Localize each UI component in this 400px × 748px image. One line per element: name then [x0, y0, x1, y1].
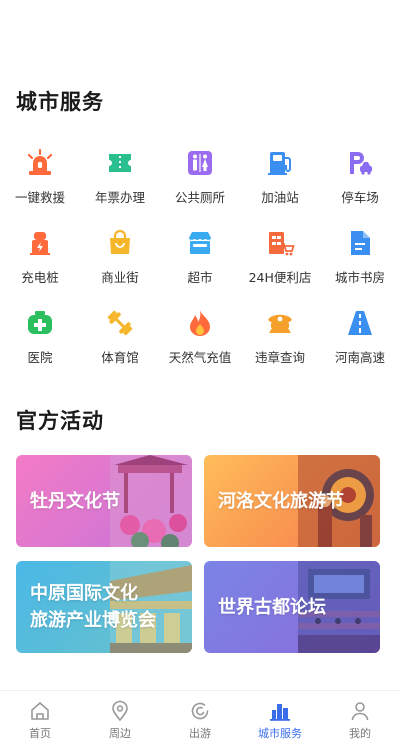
- service-commercial-street[interactable]: 商业街: [80, 222, 160, 302]
- tab-label: 周边: [109, 727, 131, 740]
- ticket-icon: [105, 148, 135, 178]
- dumbbell-icon: [105, 308, 135, 338]
- service-natural-gas-recharge[interactable]: 天然气充值: [160, 302, 240, 382]
- hospital-cross-icon: [25, 308, 55, 338]
- service-supermarket[interactable]: 超市: [160, 222, 240, 302]
- siren-icon: [25, 148, 55, 178]
- service-gas-station[interactable]: 加油站: [240, 142, 320, 222]
- activity-card-heluo-festival[interactable]: 河洛文化旅游节: [204, 455, 380, 547]
- official-activities-title: 官方活动: [16, 409, 104, 433]
- service-label: 公共厕所: [174, 190, 225, 205]
- police-cap-icon: [265, 308, 295, 338]
- service-public-restroom[interactable]: 公共厕所: [160, 142, 240, 222]
- home-icon: [31, 702, 49, 720]
- supermarket-icon: [185, 228, 215, 258]
- tab-profile[interactable]: 我的: [320, 691, 400, 748]
- restroom-icon: [185, 148, 215, 178]
- tab-label: 城市服务: [258, 727, 302, 740]
- service-label: 年票办理: [94, 190, 145, 205]
- service-parking[interactable]: 停车场: [320, 142, 400, 222]
- tab-label: 首页: [29, 727, 51, 740]
- tab-label: 我的: [349, 727, 371, 740]
- service-henan-highway[interactable]: 河南高速: [320, 302, 400, 382]
- tab-nearby[interactable]: 周边: [80, 691, 160, 748]
- bottom-tab-bar: 首页 周边 出游 城市服务 我的: [0, 690, 400, 748]
- tab-travel[interactable]: 出游: [160, 691, 240, 748]
- activity-card-central-plains-expo[interactable]: 中原国际文化 旅游产业博览会: [16, 561, 192, 653]
- travel-swirl-icon: [191, 702, 209, 720]
- service-label: 天然气充值: [168, 350, 232, 365]
- service-label: 一键救援: [14, 190, 65, 205]
- service-convenience-store[interactable]: 24H便利店: [240, 222, 320, 302]
- service-emergency-rescue[interactable]: 一键救援: [0, 142, 80, 222]
- city-services-grid: 一键救援 年票办理 公共厕所 加油站 停车场 充电桩 商业街 超市 24H便利店…: [0, 142, 400, 382]
- tab-label: 出游: [189, 727, 211, 740]
- highway-icon: [345, 308, 375, 338]
- city-services-title: 城市服务: [16, 90, 104, 114]
- gas-pump-icon: [265, 148, 295, 178]
- card-title: 河洛文化旅游节: [218, 491, 344, 512]
- activity-card-ancient-capitals-forum[interactable]: 世界古都论坛: [204, 561, 380, 653]
- card-title: 牡丹文化节: [30, 491, 120, 512]
- activity-card-peony-festival[interactable]: 牡丹文化节: [16, 455, 192, 547]
- service-violation-query[interactable]: 违章查询: [240, 302, 320, 382]
- service-label: 城市书房: [334, 270, 385, 285]
- service-label: 超市: [187, 270, 213, 285]
- flame-icon: [185, 308, 215, 338]
- tab-home[interactable]: 首页: [0, 691, 80, 748]
- service-gymnasium[interactable]: 体育馆: [80, 302, 160, 382]
- convenience-store-icon: [265, 228, 295, 258]
- card-title: 中原国际文化 旅游产业博览会: [30, 583, 156, 631]
- profile-icon: [351, 702, 369, 721]
- service-label: 24H便利店: [248, 270, 312, 285]
- service-annual-ticket[interactable]: 年票办理: [80, 142, 160, 222]
- document-icon: [345, 228, 375, 258]
- city-buildings-icon: [270, 704, 290, 721]
- service-city-study-room[interactable]: 城市书房: [320, 222, 400, 302]
- service-label: 体育馆: [101, 350, 139, 365]
- shopping-bag-icon: [105, 228, 135, 258]
- card-title: 世界古都论坛: [218, 597, 326, 618]
- parking-icon: [345, 148, 375, 178]
- service-label: 河南高速: [334, 350, 385, 365]
- service-label: 医院: [27, 350, 53, 365]
- tab-city-services[interactable]: 城市服务: [240, 691, 320, 748]
- service-hospital[interactable]: 医院: [0, 302, 80, 382]
- charging-pile-icon: [25, 228, 55, 258]
- service-label: 违章查询: [254, 350, 305, 365]
- service-charging-pile[interactable]: 充电桩: [0, 222, 80, 302]
- service-label: 加油站: [261, 190, 299, 205]
- service-label: 停车场: [341, 190, 379, 205]
- location-pin-icon: [112, 700, 128, 722]
- service-label: 充电桩: [21, 270, 59, 285]
- service-label: 商业街: [101, 270, 139, 285]
